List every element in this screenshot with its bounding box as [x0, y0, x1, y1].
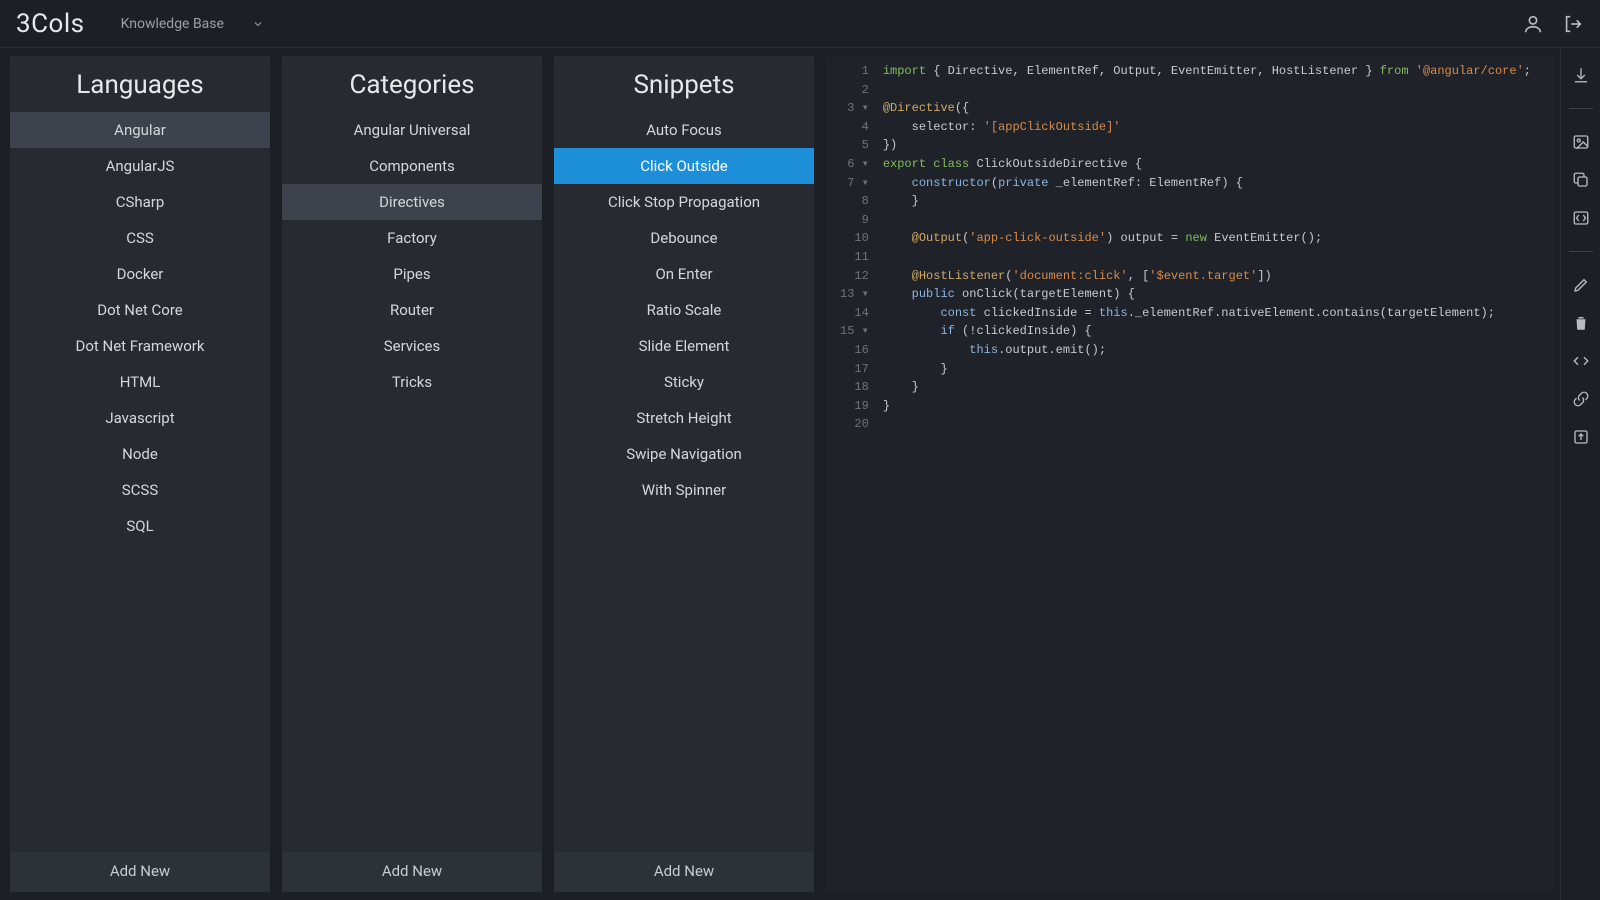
snippets-header: Snippets	[554, 56, 814, 112]
list-item[interactable]: Debounce	[554, 220, 814, 256]
categories-list: Angular UniversalComponentsDirectivesFac…	[282, 112, 542, 852]
languages-add-new[interactable]: Add New	[10, 852, 270, 892]
list-item[interactable]: AngularJS	[10, 148, 270, 184]
list-item[interactable]: CSharp	[10, 184, 270, 220]
chevron-down-icon	[252, 18, 264, 30]
list-item[interactable]: Router	[282, 292, 542, 328]
list-item[interactable]: CSS	[10, 220, 270, 256]
list-item[interactable]: Directives	[282, 184, 542, 220]
embed-icon[interactable]	[1572, 352, 1590, 370]
list-item[interactable]: Stretch Height	[554, 400, 814, 436]
categories-add-new[interactable]: Add New	[282, 852, 542, 892]
list-item[interactable]: Dot Net Framework	[10, 328, 270, 364]
list-item[interactable]: Swipe Navigation	[554, 436, 814, 472]
list-item[interactable]: Angular	[10, 112, 270, 148]
list-item[interactable]: SCSS	[10, 472, 270, 508]
edit-icon[interactable]	[1572, 276, 1590, 294]
list-item[interactable]: Node	[10, 436, 270, 472]
list-item[interactable]: Factory	[282, 220, 542, 256]
list-item[interactable]: Tricks	[282, 364, 542, 400]
snippets-add-new[interactable]: Add New	[554, 852, 814, 892]
list-item[interactable]: Slide Element	[554, 328, 814, 364]
snippets-list: Auto FocusClick OutsideClick Stop Propag…	[554, 112, 814, 852]
user-icon[interactable]	[1522, 13, 1544, 35]
categories-column: Categories Angular UniversalComponentsDi…	[282, 56, 542, 892]
list-item[interactable]: Components	[282, 148, 542, 184]
image-icon[interactable]	[1572, 133, 1590, 151]
languages-header: Languages	[10, 56, 270, 112]
code-gutter: 123 ▾456 ▾7 ▾8910111213 ▾1415 ▾161718192…	[826, 56, 879, 892]
rail-separator	[1569, 108, 1593, 109]
list-item[interactable]: SQL	[10, 508, 270, 544]
download-icon[interactable]	[1572, 66, 1590, 84]
list-item[interactable]: Services	[282, 328, 542, 364]
app-logo: 3Cols	[16, 9, 85, 39]
action-rail	[1560, 48, 1600, 900]
delete-icon[interactable]	[1572, 314, 1590, 332]
code-content: import { Directive, ElementRef, Output, …	[879, 56, 1541, 892]
list-item[interactable]: Docker	[10, 256, 270, 292]
code-editor[interactable]: 123 ▾456 ▾7 ▾8910111213 ▾1415 ▾161718192…	[826, 56, 1554, 892]
categories-header: Categories	[282, 56, 542, 112]
list-item[interactable]: Sticky	[554, 364, 814, 400]
list-item[interactable]: Dot Net Core	[10, 292, 270, 328]
copy-icon[interactable]	[1572, 171, 1590, 189]
logout-icon[interactable]	[1562, 13, 1584, 35]
languages-list: AngularAngularJSCSharpCSSDockerDot Net C…	[10, 112, 270, 852]
link-icon[interactable]	[1572, 390, 1590, 408]
list-item[interactable]: On Enter	[554, 256, 814, 292]
list-item[interactable]: Angular Universal	[282, 112, 542, 148]
code-pane: 123 ▾456 ▾7 ▾8910111213 ▾1415 ▾161718192…	[826, 56, 1554, 892]
main-area: Languages AngularAngularJSCSharpCSSDocke…	[0, 48, 1600, 900]
top-bar: 3Cols Knowledge Base	[0, 0, 1600, 48]
list-item[interactable]: Auto Focus	[554, 112, 814, 148]
expand-icon[interactable]	[1572, 209, 1590, 227]
list-item[interactable]: Ratio Scale	[554, 292, 814, 328]
snippets-column: Snippets Auto FocusClick OutsideClick St…	[554, 56, 814, 892]
list-item[interactable]: Javascript	[10, 400, 270, 436]
share-icon[interactable]	[1572, 428, 1590, 446]
list-item[interactable]: HTML	[10, 364, 270, 400]
list-item[interactable]: With Spinner	[554, 472, 814, 508]
list-item[interactable]: Click Stop Propagation	[554, 184, 814, 220]
languages-column: Languages AngularAngularJSCSharpCSSDocke…	[10, 56, 270, 892]
rail-separator	[1569, 251, 1593, 252]
list-item[interactable]: Click Outside	[554, 148, 814, 184]
list-item[interactable]: Pipes	[282, 256, 542, 292]
board-name: Knowledge Base	[121, 16, 224, 32]
board-selector[interactable]: Knowledge Base	[113, 12, 272, 36]
